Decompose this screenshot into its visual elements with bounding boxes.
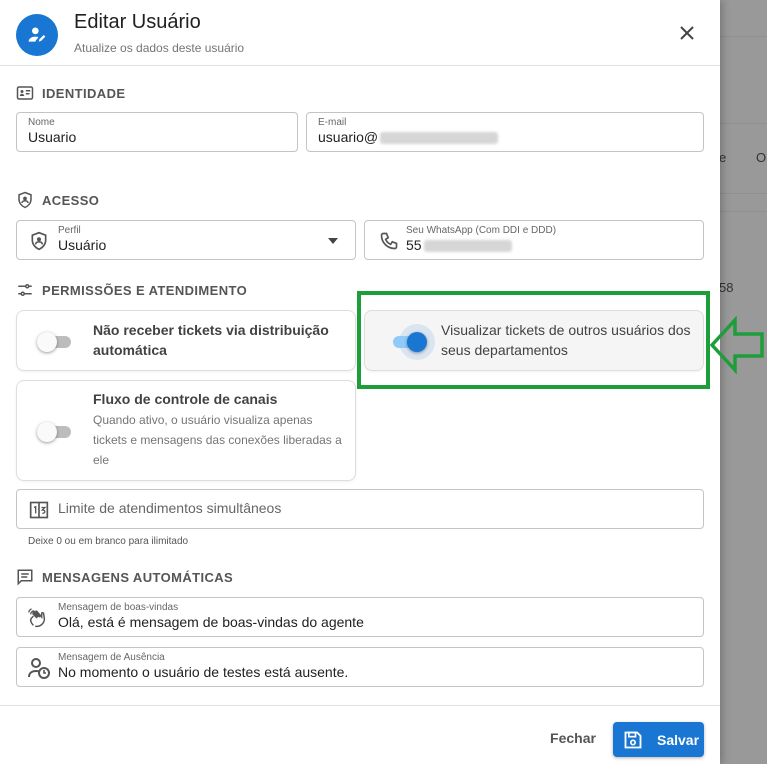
email-field[interactable]: E-mail usuario@ bbox=[306, 112, 704, 152]
counter-icon bbox=[29, 501, 49, 519]
dialog-title: Editar Usuário bbox=[74, 11, 201, 33]
permission-card-channel-flow[interactable]: Fluxo de controle de canais Quando ativo… bbox=[16, 380, 356, 481]
section-messages-label: MENSAGENS AUTOMÁTICAS bbox=[42, 569, 234, 585]
background-text: 58 bbox=[719, 280, 734, 295]
limit-placeholder: Limite de atendimentos simultâneos bbox=[58, 500, 282, 516]
background-divider bbox=[720, 36, 767, 37]
background-divider bbox=[720, 193, 767, 194]
section-identity-label: IDENTIDADE bbox=[42, 85, 126, 101]
absence-message-field[interactable]: Mensagem de Ausência No momento o usuári… bbox=[16, 647, 704, 687]
save-label: Salvar bbox=[657, 731, 700, 748]
message-icon bbox=[17, 569, 33, 586]
shield-icon bbox=[31, 231, 47, 251]
background-divider bbox=[720, 123, 767, 124]
dialog-subtitle: Atualize os dados deste usuário bbox=[74, 41, 245, 55]
email-value-text: usuario@ bbox=[318, 129, 379, 145]
channel-flow-toggle[interactable] bbox=[37, 420, 75, 442]
permission-card-no-auto-tickets[interactable]: Não receber tickets via distribuição aut… bbox=[16, 310, 356, 371]
email-value: usuario@ bbox=[318, 129, 499, 145]
name-field[interactable]: Nome Usuario bbox=[16, 112, 298, 152]
sliders-icon bbox=[18, 284, 32, 296]
profile-label: Perfil bbox=[58, 225, 81, 236]
section-access: ACESSO bbox=[16, 191, 99, 209]
section-access-label: ACESSO bbox=[42, 192, 100, 208]
name-value: Usuario bbox=[28, 129, 77, 145]
dialog-header: Editar Usuário Atualize os dados deste u… bbox=[0, 0, 720, 66]
whatsapp-value-text: 55 bbox=[406, 237, 422, 253]
channel-flow-description: Quando ativo, o usuário visualiza apenas… bbox=[93, 413, 342, 467]
whatsapp-label: Seu WhatsApp (Com DDI e DDD) bbox=[406, 225, 557, 236]
absence-label: Mensagem de Ausência bbox=[58, 652, 165, 663]
save-icon bbox=[624, 731, 642, 748]
user-edit-icon bbox=[16, 14, 58, 56]
section-permissions-label: PERMISSÕES E ATENDIMENTO bbox=[42, 282, 248, 298]
profile-select[interactable]: Perfil Usuário bbox=[16, 220, 356, 260]
user-clock-icon bbox=[28, 658, 50, 679]
limit-field[interactable]: Limite de atendimentos simultâneos bbox=[16, 489, 704, 529]
whatsapp-redacted bbox=[423, 240, 512, 253]
whatsapp-field[interactable]: Seu WhatsApp (Com DDI e DDD) 55 bbox=[364, 220, 704, 260]
whatsapp-value: 55 bbox=[406, 237, 512, 253]
background-text: e bbox=[719, 150, 727, 165]
absence-value: No momento o usuário de testes está ause… bbox=[58, 664, 349, 680]
close-button[interactable]: Fechar bbox=[542, 724, 604, 752]
wave-hand-icon bbox=[28, 608, 46, 628]
email-redacted bbox=[380, 132, 499, 145]
welcome-value: Olá, está é mensagem de boas-vindas do a… bbox=[58, 614, 364, 630]
email-label: E-mail bbox=[318, 117, 347, 128]
annotation-highlight-box bbox=[357, 291, 710, 389]
phone-icon bbox=[380, 232, 398, 250]
no-auto-tickets-toggle[interactable] bbox=[37, 330, 75, 352]
background-strip bbox=[720, 0, 767, 764]
arrow-left-icon bbox=[709, 316, 764, 374]
close-icon[interactable] bbox=[672, 18, 702, 48]
section-permissions: PERMISSÕES E ATENDIMENTO bbox=[16, 281, 247, 299]
background-divider bbox=[720, 211, 767, 212]
welcome-label: Mensagem de boas-vindas bbox=[58, 602, 179, 613]
name-label: Nome bbox=[28, 117, 55, 128]
chevron-down-icon[interactable] bbox=[327, 237, 339, 245]
profile-value: Usuário bbox=[58, 237, 107, 253]
channel-flow-title: Fluxo de controle de canais bbox=[93, 391, 278, 407]
section-messages: MENSAGENS AUTOMÁTICAS bbox=[16, 568, 233, 586]
section-identity: IDENTIDADE bbox=[16, 84, 125, 102]
limit-helper-text: Deixe 0 ou em branco para ilimitado bbox=[28, 536, 189, 547]
dialog-footer bbox=[0, 705, 720, 764]
welcome-message-field[interactable]: Mensagem de boas-vindas Olá, está é mens… bbox=[16, 597, 704, 637]
save-button[interactable]: Salvar bbox=[613, 722, 704, 757]
shield-icon bbox=[18, 191, 32, 209]
no-auto-tickets-title: Não receber tickets via distribuição aut… bbox=[93, 322, 329, 358]
id-card-icon bbox=[16, 86, 34, 100]
background-text: O bbox=[756, 150, 767, 165]
